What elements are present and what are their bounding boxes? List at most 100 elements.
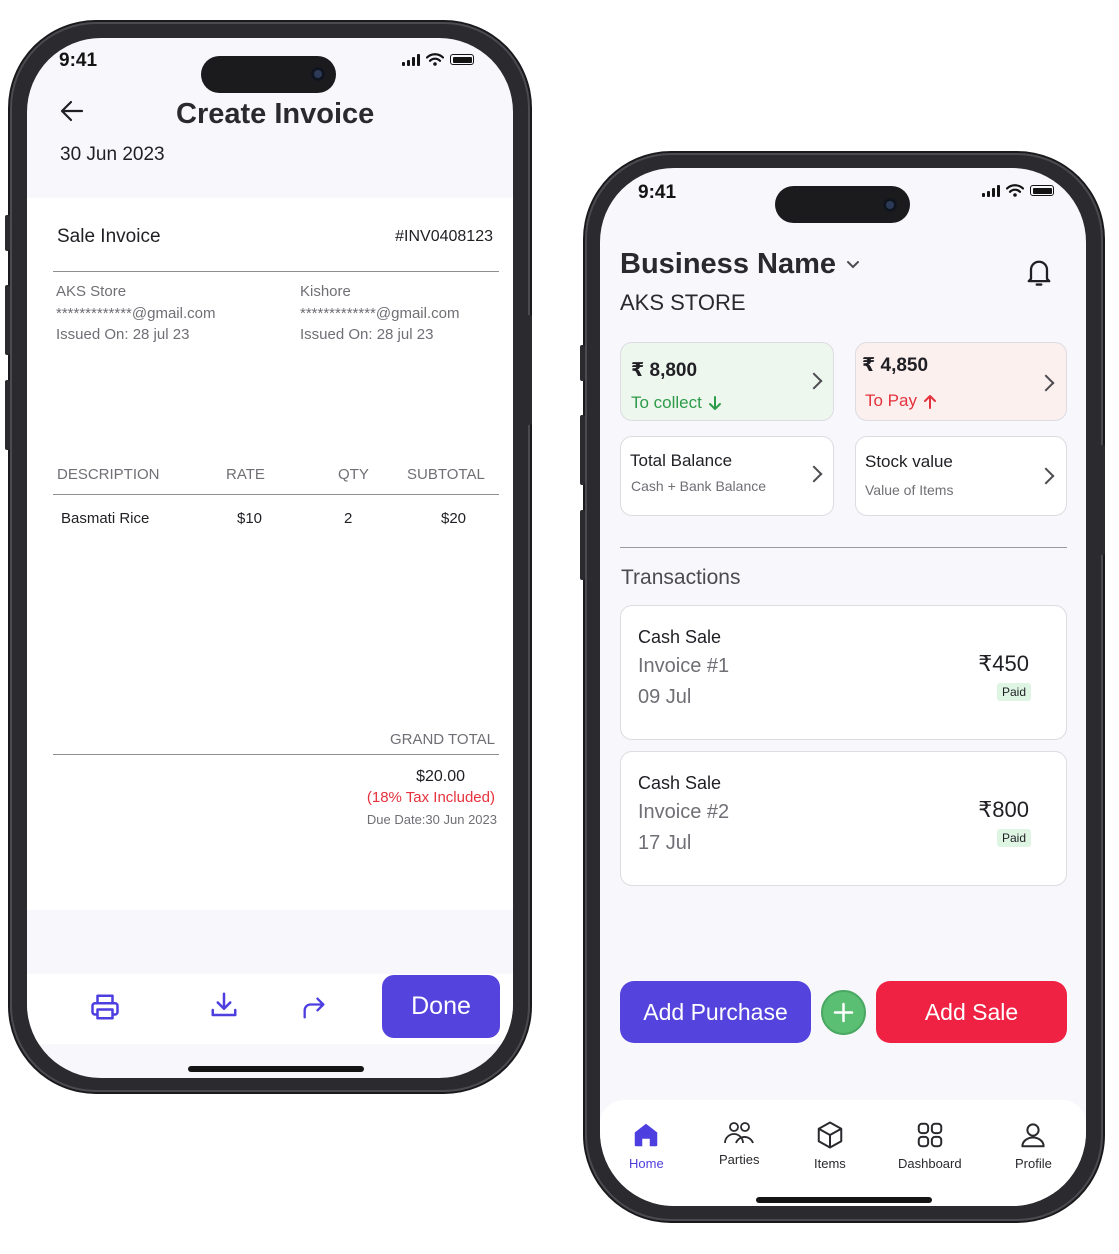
row-description: Basmati Rice [61, 510, 150, 527]
to-name: Kishore [300, 283, 351, 300]
items-box-icon [817, 1121, 843, 1149]
dashboard-grid-icon [917, 1122, 943, 1148]
table-header-divider [53, 494, 499, 495]
row-subtotal: $20 [441, 510, 467, 527]
column-header-subtotal: SUBTOTAL [407, 466, 485, 483]
from-email: *************@gmail.com [56, 305, 216, 322]
collect-label-row: To collect [631, 393, 722, 413]
download-icon[interactable] [209, 990, 239, 1020]
row-rate: $10 [237, 510, 263, 527]
divider [53, 271, 499, 272]
left-side-button [5, 215, 10, 251]
signal-icon [402, 53, 420, 66]
transaction-invoice: Invoice #2 [638, 801, 730, 823]
column-header-qty: QTY [338, 466, 369, 483]
nav-items[interactable]: Items [814, 1120, 846, 1171]
bottom-action-bar: Done [27, 974, 513, 1044]
bottom-nav: Home Parties Items Dashboard Profile [600, 1100, 1086, 1206]
due-date: Due Date:30 Jun 2023 [366, 812, 497, 827]
nav-home[interactable]: Home [629, 1120, 664, 1171]
total-balance-title: Total Balance [630, 451, 733, 470]
left-volume-up [5, 285, 10, 355]
transaction-card[interactable]: Cash Sale Invoice #2 17 Jul ₹800 Paid [620, 751, 1067, 886]
pay-label-row: To Pay [865, 391, 937, 411]
add-purchase-button[interactable]: Add Purchase [620, 981, 811, 1043]
chevron-right-icon [805, 372, 823, 390]
profile-icon [1021, 1123, 1046, 1148]
to-pay-card[interactable]: ₹ 4,850 To Pay [855, 342, 1067, 421]
status-time: 9:41 [638, 182, 677, 203]
home-indicator [188, 1066, 364, 1072]
nav-parties[interactable]: Parties [719, 1120, 759, 1167]
to-email: *************@gmail.com [300, 305, 460, 322]
invoice-type: Sale Invoice [57, 226, 161, 247]
stock-value-subtitle: Value of Items [865, 482, 954, 498]
dynamic-island [775, 186, 910, 223]
home-icon [635, 1123, 658, 1147]
done-button[interactable]: Done [382, 975, 500, 1038]
business-name-selector[interactable]: Business Name [620, 248, 860, 281]
print-icon[interactable] [90, 992, 120, 1022]
wifi-icon [1006, 184, 1024, 197]
wifi-icon [426, 53, 444, 66]
add-sale-button[interactable]: Add Sale [876, 981, 1067, 1043]
transaction-type: Cash Sale [638, 773, 722, 793]
home-indicator [756, 1197, 932, 1203]
nav-label-profile: Profile [1015, 1156, 1052, 1171]
parties-icon [724, 1122, 755, 1144]
back-arrow-icon[interactable] [60, 100, 84, 122]
bell-icon[interactable] [1025, 256, 1053, 288]
section-divider [620, 547, 1067, 548]
battery-icon [450, 54, 474, 65]
chevron-right-icon [1037, 374, 1055, 392]
right-volume-down [580, 510, 585, 580]
from-issued: Issued On: 28 jul 23 [56, 326, 190, 343]
collect-amount: ₹ 8,800 [631, 360, 698, 381]
chevron-right-icon [1037, 467, 1055, 485]
store-name: AKS STORE [620, 290, 746, 315]
camera-icon [311, 67, 325, 81]
business-screen: 9:41 Business Name AKS STORE ₹ 8,800 To … [600, 168, 1086, 1206]
transaction-date: 17 Jul [638, 832, 692, 854]
transaction-card[interactable]: Cash Sale Invoice #1 09 Jul ₹450 Paid [620, 605, 1067, 740]
transactions-title: Transactions [621, 566, 741, 589]
row-qty: 2 [344, 510, 353, 527]
grand-total-label: GRAND TOTAL [389, 731, 495, 748]
transaction-type: Cash Sale [638, 627, 722, 647]
pay-label: To Pay [865, 391, 917, 410]
right-side-button [580, 345, 585, 381]
status-badge: Paid [997, 829, 1032, 847]
status-icons [402, 53, 474, 66]
invoice-date: 30 Jun 2023 [60, 144, 165, 165]
transaction-date: 09 Jul [638, 686, 692, 708]
stock-value-card[interactable]: Stock value Value of Items [855, 436, 1067, 516]
camera-icon [883, 198, 897, 212]
left-power-button [527, 315, 532, 425]
total-balance-card[interactable]: Total Balance Cash + Bank Balance [620, 436, 834, 516]
nav-dashboard[interactable]: Dashboard [898, 1120, 962, 1171]
status-icons [982, 184, 1054, 197]
dynamic-island [201, 56, 336, 93]
add-plus-button[interactable] [821, 990, 866, 1035]
from-name: AKS Store [56, 283, 127, 300]
stock-value-title: Stock value [865, 452, 953, 471]
invoice-card: Sale Invoice #INV0408123 AKS Store *****… [27, 198, 513, 910]
signal-icon [982, 184, 1000, 197]
arrow-up-icon [923, 394, 936, 409]
battery-icon [1030, 185, 1054, 196]
transaction-amount: ₹450 [978, 651, 1029, 676]
nav-label-items: Items [814, 1156, 846, 1171]
to-collect-card[interactable]: ₹ 8,800 To collect [620, 342, 834, 421]
chevron-down-icon [847, 260, 859, 268]
nav-profile[interactable]: Profile [1015, 1120, 1052, 1171]
nav-label-parties: Parties [719, 1152, 760, 1167]
transaction-amount: ₹800 [978, 797, 1029, 822]
tax-note: (18% Tax Included) [366, 789, 495, 806]
total-balance-subtitle: Cash + Bank Balance [631, 478, 767, 494]
share-icon[interactable] [300, 994, 328, 1022]
collect-label: To collect [631, 393, 702, 412]
pay-amount: ₹ 4,850 [862, 355, 929, 376]
business-name: Business Name [620, 248, 836, 280]
page-title: Create Invoice [176, 98, 375, 130]
invoice-screen: 9:41 Create Invoice 30 Jun 2023 Sale Inv… [27, 38, 513, 1078]
